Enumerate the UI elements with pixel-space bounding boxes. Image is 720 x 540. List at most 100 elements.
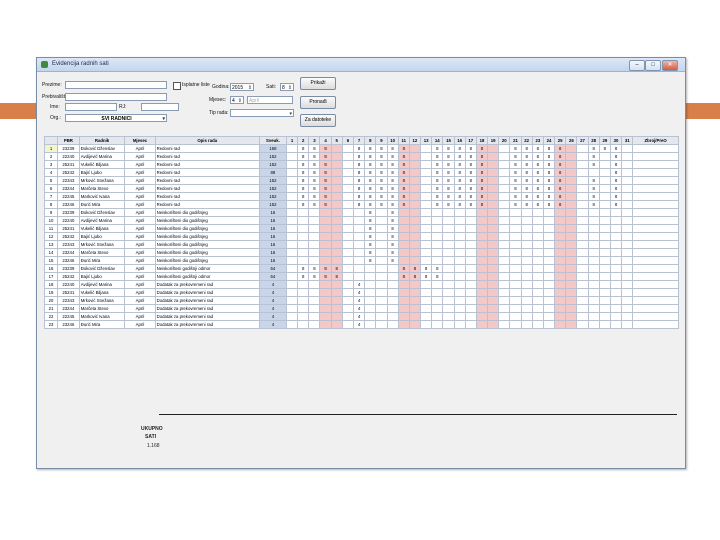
day-hours-cell[interactable]: 8	[542, 144, 556, 153]
total-hours-cell[interactable]: 4	[258, 288, 287, 297]
total-hours-cell[interactable]: 152	[258, 200, 287, 209]
day-hours-cell[interactable]: 8	[386, 176, 399, 185]
day-hours-cell[interactable]	[498, 312, 511, 321]
day-hours-cell[interactable]	[587, 280, 600, 289]
day-hours-cell[interactable]: 8	[397, 144, 410, 153]
day-hours-cell[interactable]	[375, 280, 388, 289]
day-hours-cell[interactable]	[565, 176, 578, 185]
sum-cell[interactable]	[632, 280, 679, 289]
day-hours-cell[interactable]	[520, 232, 533, 241]
day-hours-cell[interactable]	[341, 152, 355, 161]
day-hours-cell[interactable]: 8	[520, 200, 533, 209]
day-hours-cell[interactable]	[431, 256, 444, 265]
day-hours-cell[interactable]	[431, 224, 444, 233]
day-hours-cell[interactable]	[420, 208, 433, 217]
day-hours-cell[interactable]	[431, 216, 444, 225]
table-row[interactable]: 5 22343 Mrković Snežana April Redovni rad 152…	[43, 176, 679, 185]
day-hours-cell[interactable]	[308, 288, 321, 297]
day-hours-cell[interactable]: 8	[464, 160, 477, 169]
day-hours-cell[interactable]: 8	[442, 152, 455, 161]
day-hours-cell[interactable]: 8	[453, 184, 466, 193]
day-hours-cell[interactable]: 8	[475, 152, 489, 161]
day-hours-cell[interactable]	[475, 280, 489, 289]
row-number-cell[interactable]: 4	[43, 168, 59, 177]
day-hours-cell[interactable]	[330, 160, 343, 169]
day-hours-cell[interactable]	[308, 280, 321, 289]
day-hours-cell[interactable]	[554, 232, 567, 241]
day-hours-cell[interactable]	[341, 264, 355, 273]
day-hours-cell[interactable]	[576, 232, 589, 241]
day-hours-cell[interactable]	[431, 312, 444, 321]
grid-header-cell[interactable]: 9	[375, 136, 388, 145]
day-hours-cell[interactable]	[408, 144, 422, 153]
day-hours-cell[interactable]	[352, 216, 366, 225]
worker-name-cell[interactable]: Marković Ivana	[78, 192, 126, 201]
day-hours-cell[interactable]: 8	[352, 192, 366, 201]
day-hours-cell[interactable]: 8	[330, 272, 343, 281]
day-hours-cell[interactable]	[375, 272, 388, 281]
day-hours-cell[interactable]: 8	[397, 152, 410, 161]
day-hours-cell[interactable]: 8	[308, 272, 321, 281]
pbr-cell[interactable]: 25242	[57, 272, 80, 281]
day-hours-cell[interactable]	[442, 248, 455, 257]
day-hours-cell[interactable]	[554, 312, 567, 321]
day-hours-cell[interactable]	[420, 256, 433, 265]
day-hours-cell[interactable]: 8	[319, 168, 332, 177]
day-hours-cell[interactable]	[598, 240, 611, 249]
month-cell[interactable]: April	[124, 248, 156, 257]
sum-cell[interactable]	[632, 288, 679, 297]
work-type-cell[interactable]: Neiskorišteni godišnji odmor	[154, 272, 260, 281]
day-hours-cell[interactable]: 8	[297, 272, 310, 281]
day-hours-cell[interactable]	[330, 280, 343, 289]
day-hours-cell[interactable]	[487, 312, 500, 321]
day-hours-cell[interactable]	[542, 240, 556, 249]
day-hours-cell[interactable]	[375, 208, 388, 217]
day-hours-cell[interactable]	[375, 264, 388, 273]
grid-header-cell[interactable]: 17	[464, 136, 477, 145]
day-hours-cell[interactable]	[487, 152, 500, 161]
day-hours-cell[interactable]	[609, 320, 623, 329]
day-hours-cell[interactable]	[408, 320, 422, 329]
day-hours-cell[interactable]	[297, 320, 310, 329]
day-hours-cell[interactable]	[397, 208, 410, 217]
day-hours-cell[interactable]	[554, 256, 567, 265]
day-hours-cell[interactable]	[475, 320, 489, 329]
month-cell[interactable]: April	[124, 152, 156, 161]
grid-header-cell[interactable]: 10	[386, 136, 399, 145]
worker-name-cell[interactable]: Đoković Dženslav	[78, 144, 126, 153]
worker-name-cell[interactable]: Đoković Dženslav	[78, 208, 126, 217]
day-hours-cell[interactable]: 8	[386, 160, 399, 169]
worker-name-cell[interactable]: Marčeta Stevo	[78, 304, 126, 313]
day-hours-cell[interactable]	[498, 264, 511, 273]
day-hours-cell[interactable]	[364, 304, 377, 313]
month-cell[interactable]: April	[124, 192, 156, 201]
day-hours-cell[interactable]	[420, 304, 433, 313]
sum-cell[interactable]	[632, 168, 679, 177]
day-hours-cell[interactable]: 8	[408, 264, 422, 273]
day-hours-cell[interactable]	[498, 160, 511, 169]
day-hours-cell[interactable]	[498, 320, 511, 329]
day-hours-cell[interactable]	[621, 264, 634, 273]
total-hours-cell[interactable]: 16	[258, 232, 287, 241]
total-hours-cell[interactable]: 16	[258, 224, 287, 233]
worker-name-cell[interactable]: Bajić Ljubo	[78, 272, 126, 281]
total-hours-cell[interactable]: 4	[258, 312, 287, 321]
day-hours-cell[interactable]	[397, 312, 410, 321]
grid-header-cell[interactable]: 18	[475, 136, 489, 145]
day-hours-cell[interactable]	[475, 240, 489, 249]
day-hours-cell[interactable]: 4	[352, 312, 366, 321]
pbr-cell[interactable]: 23239	[57, 144, 80, 153]
day-hours-cell[interactable]	[453, 216, 466, 225]
day-hours-cell[interactable]	[364, 272, 377, 281]
table-row[interactable]: 9 23239 Đoković Dženslav April Neiskorišteni…	[43, 208, 679, 217]
day-hours-cell[interactable]	[330, 192, 343, 201]
day-hours-cell[interactable]: 8	[531, 200, 544, 209]
day-hours-cell[interactable]: 8	[397, 160, 410, 169]
month-cell[interactable]: April	[124, 224, 156, 233]
grid-header-cell[interactable]: Radnik	[78, 136, 126, 145]
grid-header-cell[interactable]: 26	[565, 136, 578, 145]
row-number-cell[interactable]: 9	[43, 208, 59, 217]
day-hours-cell[interactable]	[308, 312, 321, 321]
row-number-cell[interactable]: 2	[43, 152, 59, 161]
day-hours-cell[interactable]	[408, 168, 422, 177]
